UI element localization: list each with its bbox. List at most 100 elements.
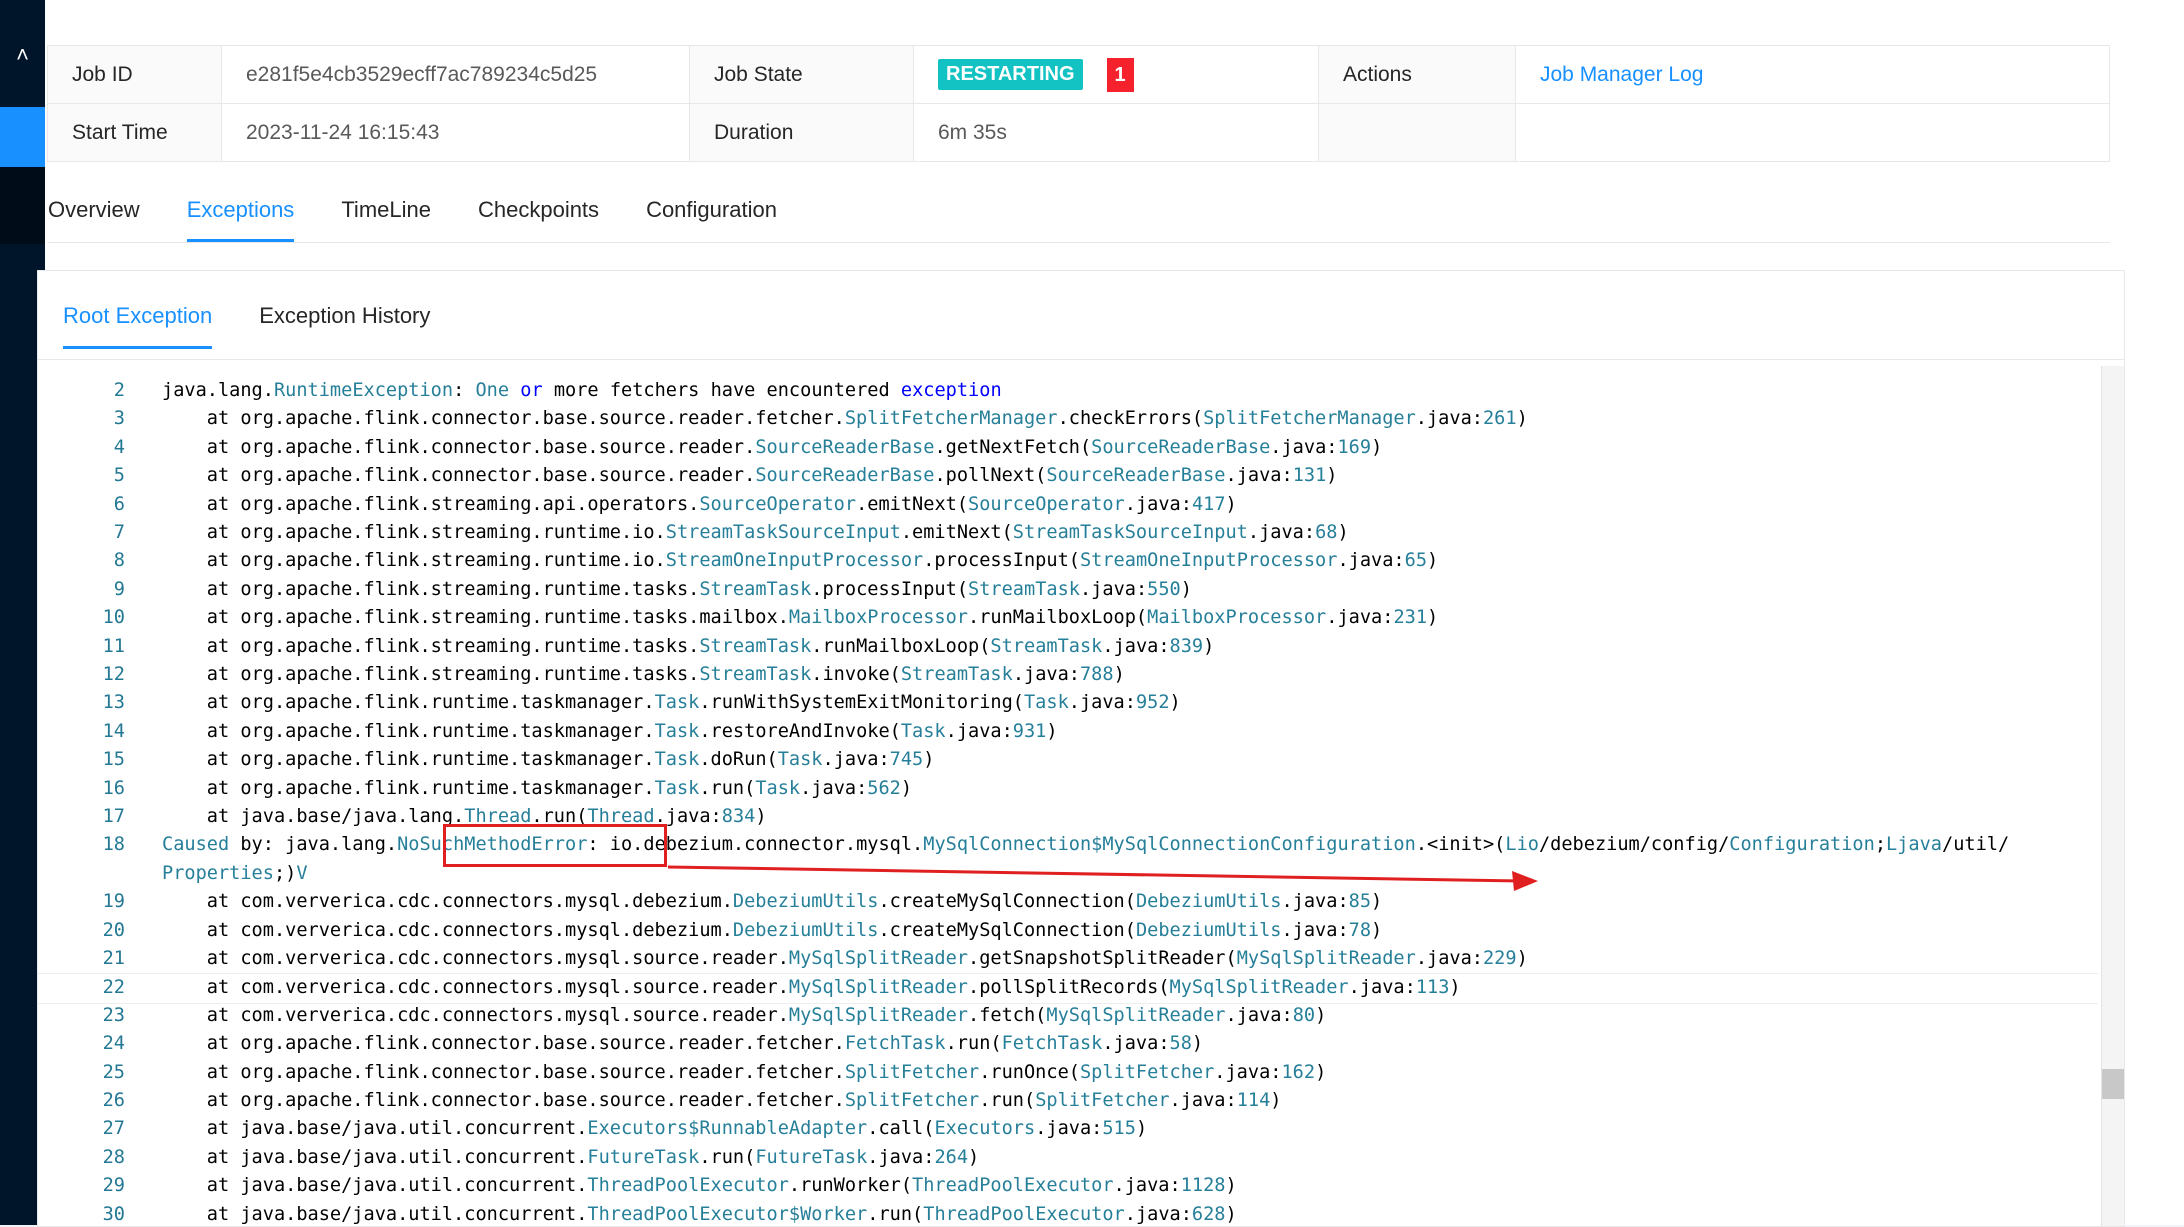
code-text: at org.apache.flink.runtime.taskmanager.… [162, 749, 935, 771]
code-line: 20 at com.ververica.cdc.connectors.mysql… [38, 917, 2098, 945]
line-number: 12 [102, 664, 125, 685]
tabs-divider [47, 242, 2110, 243]
line-number: 30 [102, 1203, 125, 1225]
tab-exception-history[interactable]: Exception History [259, 291, 430, 341]
code-line: 15 at org.apache.flink.runtime.taskmanag… [38, 746, 2098, 774]
start-time-value: 2023-11-24 16:15:43 [221, 103, 690, 162]
line-number: 19 [102, 891, 125, 913]
code-text: at org.apache.flink.streaming.runtime.ta… [162, 664, 1125, 685]
code-line: 17 at java.base/java.lang.Thread.run(Thr… [38, 803, 2098, 831]
code-line: 23 at com.ververica.cdc.connectors.mysql… [38, 1002, 2098, 1030]
code-scrollbar[interactable] [2101, 366, 2124, 1226]
line-number: 4 [113, 436, 125, 458]
job-state-cell: RESTARTING 1 [913, 45, 1319, 104]
exception-code-viewer[interactable]: 2 java.lang.RuntimeException: One or more… [38, 366, 2098, 1226]
code-text: at org.apache.flink.streaming.runtime.io… [162, 550, 1439, 572]
job-manager-log-link[interactable]: Job Manager Log [1540, 63, 1703, 86]
duration-label: Duration [689, 103, 914, 162]
line-number: 10 [102, 607, 125, 629]
code-line: 16 at org.apache.flink.runtime.taskmanag… [38, 775, 2098, 803]
code-text: at org.apache.flink.streaming.runtime.ta… [162, 578, 1192, 600]
job-state-label: Job State [689, 45, 914, 104]
code-line: 7 at org.apache.flink.streaming.runtime.… [38, 519, 2098, 547]
code-text: at org.apache.flink.streaming.runtime.ta… [162, 635, 1215, 657]
chevron-up-icon[interactable]: ˄ [0, 40, 45, 70]
actions-cell: Job Manager Log [1515, 45, 2110, 104]
tab-exceptions[interactable]: Exceptions [186, 182, 294, 242]
start-time-label: Start Time [47, 103, 222, 162]
code-text: Caused by: java.lang.NoSuchMethodError: … [162, 834, 2010, 856]
line-number: 13 [102, 692, 125, 714]
code-text: at org.apache.flink.connector.base.sourc… [162, 1033, 1204, 1055]
line-number: 2 [113, 380, 125, 401]
code-text: Properties;)V [162, 862, 308, 884]
actions-label: Actions [1318, 45, 1516, 104]
line-number: 5 [113, 465, 125, 487]
line-number: 26 [102, 1090, 125, 1111]
line-number: 3 [113, 408, 125, 430]
code-text: at org.apache.flink.runtime.taskmanager.… [162, 777, 913, 799]
annotation-highlight-box [443, 824, 667, 867]
code-line: 29 at java.base/java.util.concurrent.Thr… [38, 1172, 2098, 1200]
code-text: at java.base/java.util.concurrent.Thread… [162, 1175, 1237, 1197]
code-line: 14 at org.apache.flink.runtime.taskmanag… [38, 718, 2098, 746]
code-line: 13 at org.apache.flink.runtime.taskmanag… [38, 689, 2098, 717]
line-number: 11 [102, 635, 125, 657]
code-text: at com.ververica.cdc.connectors.mysql.so… [162, 1004, 1327, 1026]
line-number: 14 [102, 720, 125, 742]
code-text: at com.ververica.cdc.connectors.mysql.so… [162, 977, 1461, 999]
line-number: 18 [102, 834, 125, 856]
line-number: 28 [102, 1146, 125, 1168]
line-number: 29 [102, 1175, 125, 1197]
code-line: 11 at org.apache.flink.streaming.runtime… [38, 633, 2098, 661]
sidebar-active-item[interactable] [0, 107, 45, 167]
code-line: 27 at java.base/java.util.concurrent.Exe… [38, 1115, 2098, 1143]
line-number: 22 [102, 977, 125, 999]
code-line: 12 at org.apache.flink.streaming.runtime… [38, 661, 2098, 689]
code-line: 28 at java.base/java.util.concurrent.Fut… [38, 1144, 2098, 1172]
code-text: at com.ververica.cdc.connectors.mysql.de… [162, 919, 1383, 941]
code-line: 24 at org.apache.flink.connector.base.so… [38, 1030, 2098, 1058]
code-line: 25 at org.apache.flink.connector.base.so… [38, 1059, 2098, 1087]
line-number: 7 [113, 522, 125, 543]
tab-checkpoints[interactable]: Checkpoints [478, 182, 599, 242]
line-number: 24 [102, 1033, 125, 1055]
code-text: java.lang.RuntimeException: One or more … [162, 380, 1002, 401]
code-line: 4 at org.apache.flink.connector.base.sou… [38, 434, 2098, 462]
code-line: 2 java.lang.RuntimeException: One or more… [38, 377, 2098, 405]
status-badge: RESTARTING [938, 59, 1083, 91]
code-text: at org.apache.flink.connector.base.sourc… [162, 1061, 1327, 1083]
code-line: 21 at com.ververica.cdc.connectors.mysql… [38, 945, 2098, 973]
code-text: at org.apache.flink.streaming.runtime.ta… [162, 607, 1439, 629]
sidebar-item[interactable] [0, 167, 45, 244]
empty-label-cell [1318, 103, 1516, 162]
line-number: 21 [102, 948, 125, 969]
tab-timeline[interactable]: TimeLine [341, 182, 431, 242]
line-number: 17 [102, 806, 125, 827]
code-line: 9 at org.apache.flink.streaming.runtime.… [38, 576, 2098, 604]
code-text: at java.base/java.util.concurrent.Thread… [162, 1203, 1237, 1225]
tab-root-exception[interactable]: Root Exception [63, 291, 213, 349]
subtabs-divider [38, 359, 2124, 360]
code-text: at org.apache.flink.runtime.taskmanager.… [162, 720, 1058, 742]
code-text: at org.apache.flink.connector.base.sourc… [162, 1090, 1282, 1111]
scrollbar-thumb[interactable] [2102, 1069, 2124, 1099]
tab-overview[interactable]: Overview [48, 182, 140, 242]
duration-value: 6m 35s [913, 103, 1319, 162]
code-text: at org.apache.flink.connector.base.sourc… [162, 465, 1338, 487]
line-number: 20 [102, 919, 125, 941]
line-number: 8 [113, 550, 125, 572]
code-line: 30 at java.base/java.util.concurrent.Thr… [38, 1201, 2098, 1226]
tab-configuration[interactable]: Configuration [646, 182, 777, 242]
job-id-label: Job ID [47, 45, 222, 104]
code-line: 6 at org.apache.flink.streaming.api.oper… [38, 491, 2098, 519]
empty-value-cell [1515, 103, 2110, 162]
annotation-arrow-icon [667, 865, 1538, 891]
code-line: 5 at org.apache.flink.connector.base.sou… [38, 462, 2098, 490]
code-text: at java.base/java.util.concurrent.Future… [162, 1146, 980, 1168]
code-line: 26 at org.apache.flink.connector.base.so… [38, 1087, 2098, 1115]
exception-card: Root Exception Exception History 2 java.l… [37, 270, 2125, 1227]
job-tabs: Overview Exceptions TimeLine Checkpoints… [48, 182, 824, 242]
code-text: at java.base/java.util.concurrent.Execut… [162, 1118, 1148, 1140]
code-line: 18 Caused by: java.lang.NoSuchMethodError… [38, 831, 2098, 859]
